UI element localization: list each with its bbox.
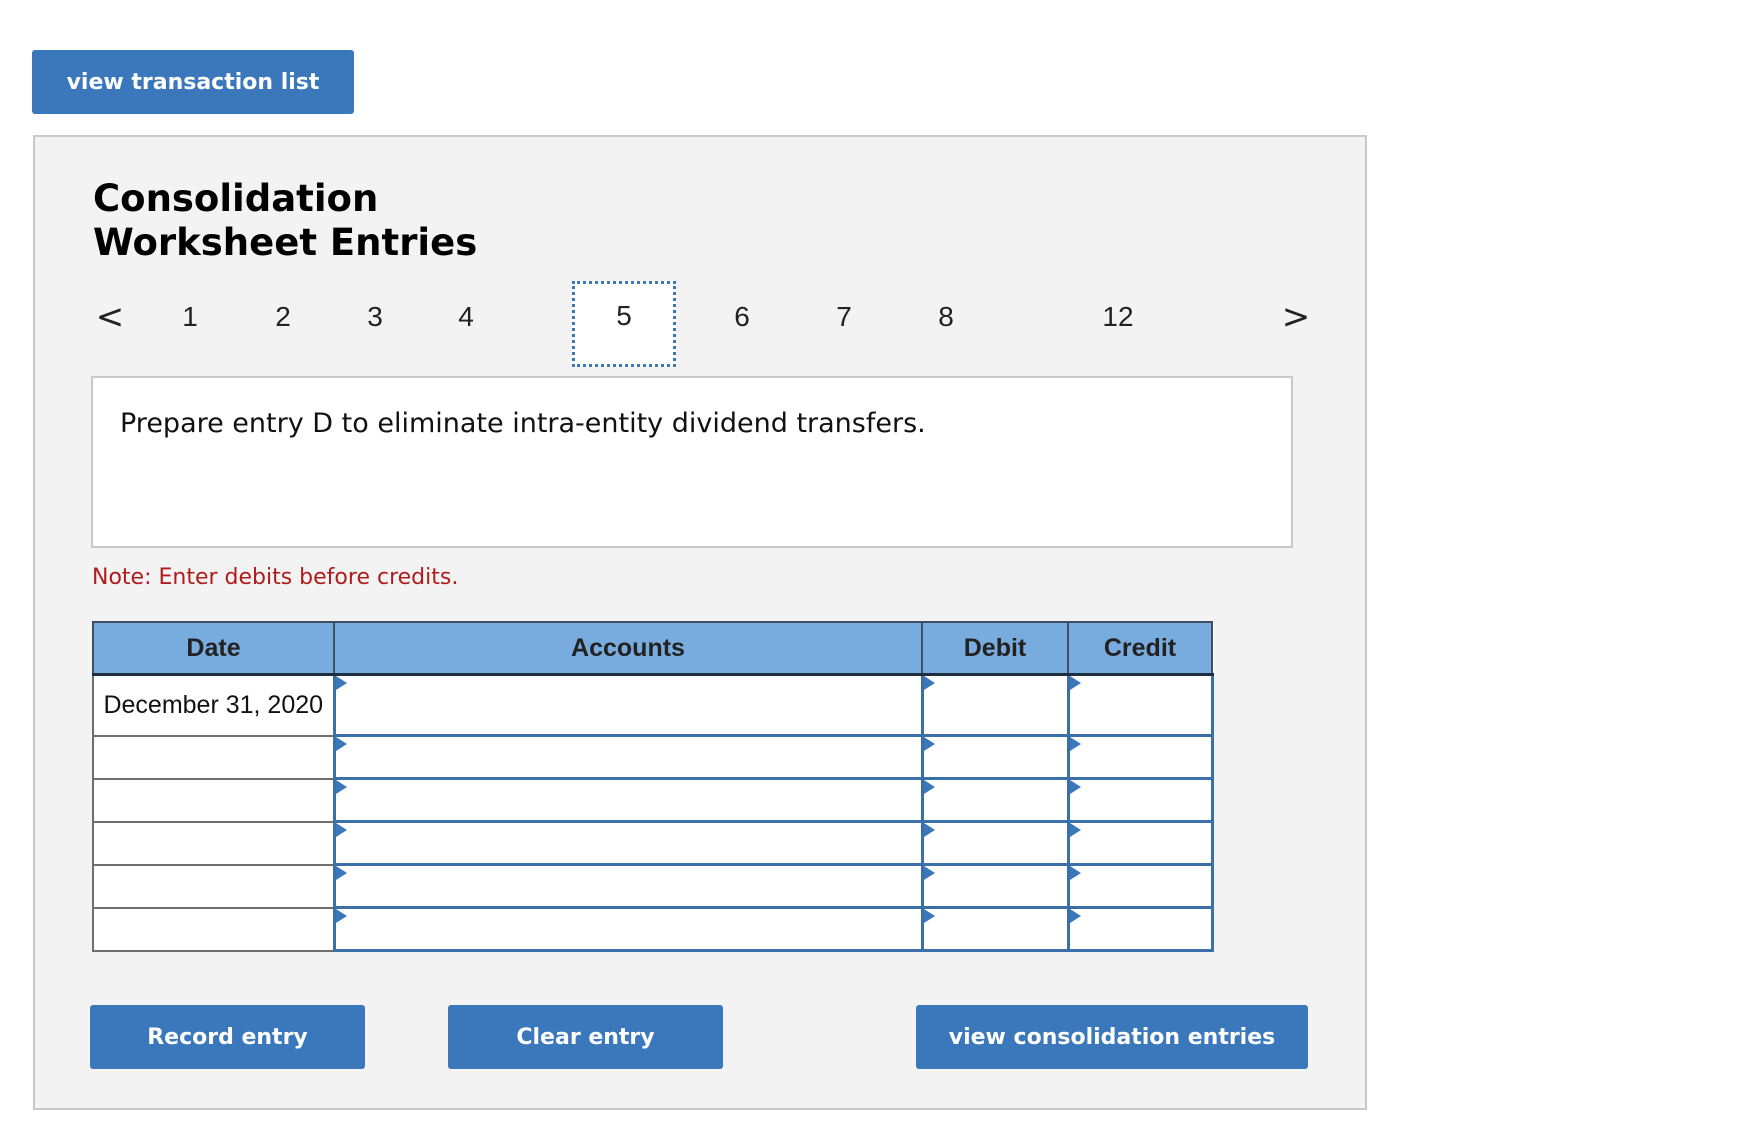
credit-input[interactable] xyxy=(1069,823,1211,863)
page-tab-7[interactable]: 7 xyxy=(824,287,864,347)
panel-title: Consolidation Worksheet Entries xyxy=(93,177,477,265)
date-cell xyxy=(92,906,335,952)
credit-field[interactable] xyxy=(1066,734,1214,780)
table-row xyxy=(92,734,1214,780)
debit-input[interactable] xyxy=(923,737,1067,777)
header-credit: Credit xyxy=(1067,621,1213,676)
page-tab-3[interactable]: 3 xyxy=(355,287,395,347)
chevron-left-icon[interactable]: < xyxy=(85,287,135,347)
date-cell xyxy=(92,777,335,823)
table-row xyxy=(92,863,1214,909)
chevron-right-icon[interactable]: > xyxy=(1271,287,1321,347)
debit-field[interactable] xyxy=(920,863,1070,909)
account-input[interactable] xyxy=(335,909,921,949)
page-tab-1[interactable]: 1 xyxy=(170,287,210,347)
date-cell xyxy=(92,820,335,866)
header-date: Date xyxy=(92,621,335,676)
credit-input[interactable] xyxy=(1069,737,1211,777)
table-row xyxy=(92,906,1214,952)
worksheet-panel: Consolidation Worksheet Entries < 1 2 3 … xyxy=(33,135,1367,1110)
header-accounts: Accounts xyxy=(333,621,923,676)
instruction-box: Prepare entry D to eliminate intra-entit… xyxy=(91,376,1293,548)
account-select[interactable] xyxy=(332,863,924,909)
page-tab-8[interactable]: 8 xyxy=(926,287,966,347)
account-input[interactable] xyxy=(335,676,921,734)
account-select[interactable] xyxy=(332,673,924,737)
account-select[interactable] xyxy=(332,820,924,866)
page-tab-4[interactable]: 4 xyxy=(446,287,486,347)
debit-field[interactable] xyxy=(920,734,1070,780)
account-input[interactable] xyxy=(335,737,921,777)
credit-field[interactable] xyxy=(1066,777,1214,823)
table-row xyxy=(92,820,1214,866)
table-row xyxy=(92,777,1214,823)
account-select[interactable] xyxy=(332,906,924,952)
entry-pager: < 1 2 3 4 5 6 7 8 12 > xyxy=(35,281,1365,377)
view-transaction-list-button[interactable]: view transaction list xyxy=(32,50,354,114)
account-input[interactable] xyxy=(335,866,921,906)
account-select[interactable] xyxy=(332,777,924,823)
clear-entry-button[interactable]: Clear entry xyxy=(448,1005,723,1069)
account-select[interactable] xyxy=(332,734,924,780)
debit-input[interactable] xyxy=(923,780,1067,820)
debit-field[interactable] xyxy=(920,906,1070,952)
title-line-1: Consolidation xyxy=(93,177,379,220)
debit-input[interactable] xyxy=(923,676,1067,734)
date-cell xyxy=(92,734,335,780)
header-debit: Debit xyxy=(921,621,1069,676)
credit-field[interactable] xyxy=(1066,820,1214,866)
credit-input[interactable] xyxy=(1069,909,1211,949)
page-tab-2[interactable]: 2 xyxy=(263,287,303,347)
page-tab-12[interactable]: 12 xyxy=(1098,287,1138,347)
credit-input[interactable] xyxy=(1069,866,1211,906)
debit-field[interactable] xyxy=(920,673,1070,737)
account-input[interactable] xyxy=(335,780,921,820)
account-input[interactable] xyxy=(335,823,921,863)
note-text: Note: Enter debits before credits. xyxy=(92,565,459,590)
credit-field[interactable] xyxy=(1066,906,1214,952)
date-cell: December 31, 2020 xyxy=(92,673,335,737)
date-cell xyxy=(92,863,335,909)
debit-input[interactable] xyxy=(923,909,1067,949)
credit-input[interactable] xyxy=(1069,780,1211,820)
view-consolidation-entries-button[interactable]: view consolidation entries xyxy=(916,1005,1308,1069)
debit-field[interactable] xyxy=(920,777,1070,823)
journal-entry-table: Date Accounts Debit Credit December 31, … xyxy=(92,621,1214,952)
table-row: December 31, 2020 xyxy=(92,673,1214,737)
debit-input[interactable] xyxy=(923,823,1067,863)
debit-field[interactable] xyxy=(920,820,1070,866)
title-line-2: Worksheet Entries xyxy=(93,221,478,264)
debit-input[interactable] xyxy=(923,866,1067,906)
record-entry-button[interactable]: Record entry xyxy=(90,1005,365,1069)
credit-field[interactable] xyxy=(1066,673,1214,737)
page-tab-6[interactable]: 6 xyxy=(722,287,762,347)
page-tab-5[interactable]: 5 xyxy=(572,281,676,367)
credit-field[interactable] xyxy=(1066,863,1214,909)
credit-input[interactable] xyxy=(1069,676,1211,734)
